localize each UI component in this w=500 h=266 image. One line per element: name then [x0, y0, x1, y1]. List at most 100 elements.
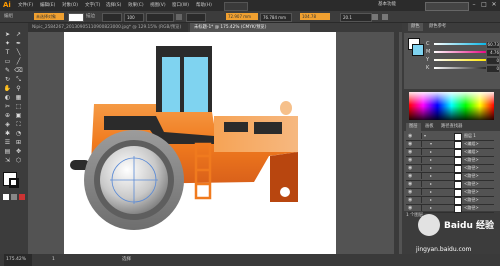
highlight-field[interactable]: 未选择对象: [34, 13, 64, 20]
tool-icon[interactable]: ✂: [3, 102, 12, 111]
slider-track-c[interactable]: [434, 43, 488, 45]
tool-icon[interactable]: ◐: [3, 93, 12, 102]
slider-value-c[interactable]: 60.73: [486, 41, 500, 49]
vertical-scrollbar[interactable]: [394, 32, 399, 254]
menu-type[interactable]: 文字(T): [85, 0, 100, 11]
menu-window[interactable]: 窗口(W): [172, 0, 189, 11]
artboard-number[interactable]: 1: [52, 254, 62, 266]
slider-value-m[interactable]: 4.76: [486, 49, 500, 57]
width-field[interactable]: 104.78: [300, 13, 330, 20]
chevron-right-icon[interactable]: ▸: [430, 165, 432, 171]
bridge-button[interactable]: [224, 2, 248, 11]
tool-icon[interactable]: ⤡: [14, 75, 23, 84]
y-field[interactable]: 76.784 mm: [260, 13, 292, 22]
link-icon[interactable]: [372, 14, 378, 20]
maximize-icon[interactable]: □: [480, 1, 488, 9]
menu-view[interactable]: 视图(V): [150, 0, 166, 11]
tool-icon[interactable]: ▦: [14, 93, 23, 102]
fill-swatch[interactable]: [68, 13, 84, 22]
menu-edit[interactable]: 编辑(E): [40, 0, 55, 11]
tool-icon[interactable]: ⌫: [14, 66, 23, 75]
tool-icon[interactable]: ◈: [3, 120, 12, 129]
slider-track-m[interactable]: [434, 51, 488, 53]
tool-icon[interactable]: ▣: [14, 111, 23, 120]
chevron-down-icon[interactable]: ▾: [430, 141, 432, 147]
slider-track-k[interactable]: [434, 67, 488, 69]
tab-untitled[interactable]: 未标题-1* @ 175.42% (CMYK/预览): [190, 23, 310, 32]
tool-icon[interactable]: T: [3, 48, 12, 57]
lock-toggle[interactable]: [416, 149, 422, 155]
tool-icon[interactable]: ✒: [14, 39, 23, 48]
menu-help[interactable]: 帮助(H): [196, 0, 212, 11]
chevron-right-icon[interactable]: ▸: [430, 197, 432, 203]
menu-file[interactable]: 文件(F): [18, 0, 33, 11]
tool-icon[interactable]: ✎: [3, 66, 12, 75]
lock-toggle[interactable]: [416, 173, 422, 179]
chevron-down-icon[interactable]: ▾: [424, 133, 426, 139]
visibility-eye-icon[interactable]: ◉: [408, 197, 414, 203]
tool-icon[interactable]: ⛶: [14, 120, 23, 129]
menu-object[interactable]: 对象(O): [62, 0, 78, 11]
tool-icon[interactable]: ↗: [14, 30, 23, 39]
visibility-eye-icon[interactable]: ◉: [408, 149, 414, 155]
workspace-switcher[interactable]: 基本功能: [378, 1, 418, 9]
tool-icon[interactable]: ╱: [14, 57, 23, 66]
tab-pathfinder[interactable]: 路径查找器: [438, 123, 465, 131]
chevron-right-icon[interactable]: ▸: [430, 157, 432, 163]
minimize-icon[interactable]: –: [470, 1, 478, 9]
tab-color-guide[interactable]: 颜色参考: [426, 23, 449, 31]
chevron-right-icon[interactable]: ▸: [430, 173, 432, 179]
tool-icon[interactable]: ✥: [14, 147, 23, 156]
tool-icon[interactable]: ☰: [3, 138, 12, 147]
color-spectrum[interactable]: [409, 92, 494, 120]
lock-toggle[interactable]: [416, 181, 422, 187]
gradient-mode-icon[interactable]: [11, 194, 17, 200]
visibility-eye-icon[interactable]: ◉: [408, 189, 414, 195]
tab-nipic[interactable]: Nipic_2584267_20130905110900823000.jpg* …: [28, 23, 188, 32]
lock-toggle[interactable]: [416, 165, 422, 171]
tool-icon[interactable]: ⬡: [14, 156, 23, 165]
menu-select[interactable]: 选择(S): [106, 0, 121, 11]
visibility-eye-icon[interactable]: ◉: [408, 157, 414, 163]
tab-color[interactable]: 颜色: [408, 23, 423, 31]
visibility-eye-icon[interactable]: ◉: [408, 141, 414, 147]
chevron-right-icon[interactable]: ▸: [430, 181, 432, 187]
x-field[interactable]: 72.907 mm: [226, 13, 258, 20]
lock-toggle[interactable]: [416, 133, 422, 139]
slider-value-k[interactable]: 0: [486, 65, 500, 73]
chevron-right-icon[interactable]: ▸: [430, 189, 432, 195]
stroke-color-swatch[interactable]: [9, 178, 19, 188]
visibility-eye-icon[interactable]: ◉: [408, 133, 414, 139]
tool-icon[interactable]: ➤: [3, 30, 12, 39]
chevron-right-icon[interactable]: ▸: [430, 149, 432, 155]
slider-track-y[interactable]: [434, 59, 488, 61]
slider-value-y[interactable]: 0: [486, 57, 500, 65]
visibility-eye-icon[interactable]: ◉: [408, 173, 414, 179]
tool-icon[interactable]: ⬚: [14, 102, 23, 111]
stroke-weight-field[interactable]: [102, 13, 122, 22]
menu-effect[interactable]: 效果(C): [128, 0, 144, 11]
tool-icon[interactable]: ✦: [3, 39, 12, 48]
tool-icon[interactable]: ⇲: [3, 156, 12, 165]
tool-icon[interactable]: ⊕: [3, 111, 12, 120]
search-input[interactable]: [425, 2, 469, 11]
tool-icon[interactable]: ╲: [14, 48, 23, 57]
tab-layers[interactable]: 图层: [406, 123, 421, 131]
height-field[interactable]: 20.1: [340, 13, 372, 22]
isolate-icon[interactable]: [382, 14, 388, 20]
style-field[interactable]: [146, 13, 174, 22]
lock-toggle[interactable]: [416, 141, 422, 147]
tool-icon[interactable]: ▤: [3, 147, 12, 156]
artboard[interactable]: [64, 32, 336, 254]
tab-artboards[interactable]: 画板: [422, 123, 437, 131]
lock-toggle[interactable]: [416, 157, 422, 163]
tool-icon[interactable]: ✋: [3, 84, 12, 93]
tool-icon[interactable]: ▭: [3, 57, 12, 66]
tractor-illustration[interactable]: [64, 32, 336, 254]
visibility-eye-icon[interactable]: ◉: [408, 165, 414, 171]
tool-icon[interactable]: ↻: [3, 75, 12, 84]
none-mode-icon[interactable]: [19, 194, 25, 200]
zoom-field[interactable]: 175.42%: [4, 254, 32, 266]
color-stroke-preview[interactable]: [412, 44, 424, 56]
tool-icon[interactable]: ⊞: [14, 138, 23, 147]
